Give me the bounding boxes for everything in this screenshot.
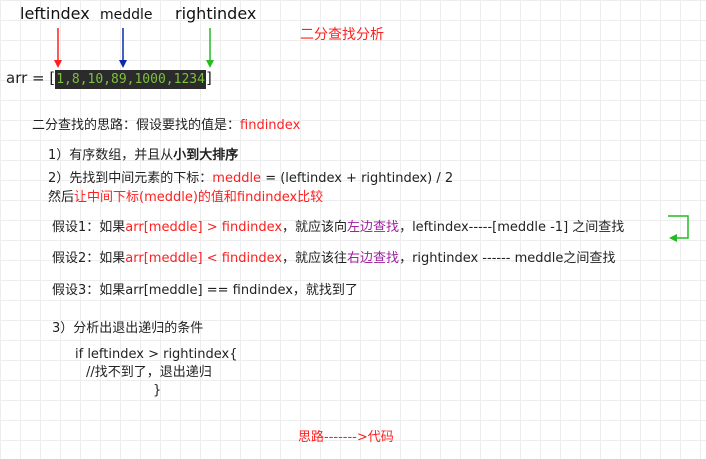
rightindex-arrow [206, 28, 214, 68]
case-2-range: ，rightindex ------ meddle之间查找 [399, 251, 616, 266]
findindex-var: findindex [240, 118, 301, 133]
step-3: 3）分析出退出递归的条件 [52, 321, 204, 336]
step-2-meddle: meddle [212, 171, 262, 186]
array-suffix: ] [205, 69, 212, 87]
step-1-text: 1）有序数组，并且从 [48, 148, 174, 163]
code-line-2: //找不到了，退出递归 [86, 365, 212, 380]
leftindex-arrow [54, 28, 62, 68]
case-1-range: ，leftindex-----[meddle -1] 之间查找 [399, 220, 625, 235]
case-1-c: ，就应该向 [282, 220, 348, 235]
array-line: arr = [1,8,10,89,1000,1234] [6, 69, 212, 89]
case-2-direction: 右边查找 [347, 251, 400, 266]
case-2: 假设2：如果arr[meddle] < findindex，就应该往右边查找，r… [52, 252, 615, 265]
array-prefix: arr = [ [6, 69, 56, 87]
code-line-3: } [153, 383, 162, 398]
case-2-c: ，就应该往 [282, 251, 348, 266]
meddle-arrow [119, 28, 127, 68]
array-values: 1,8,10,89,1000,1234 [55, 70, 206, 89]
idea-line: 二分查找的思路：假设要找的值是：findindex [32, 119, 300, 132]
step-2-compare: 让中间下标(meddle)的值和findindex比较 [74, 190, 324, 205]
step-1-bold: 小到大排序 [173, 148, 239, 163]
case-1: 假设1：如果arr[meddle] > findindex，就应该向左边查找，l… [52, 221, 624, 234]
case-1-a: 假设1：如果 [52, 220, 126, 235]
loop-arrow [668, 215, 689, 242]
idea-prefix: 二分查找的思路：假设要找的值是： [32, 118, 241, 133]
case-2-a: 假设2：如果 [52, 251, 126, 266]
case-1-direction: 左边查找 [347, 220, 400, 235]
step-1: 1）有序数组，并且从小到大排序 [48, 149, 238, 162]
case-1-condition: arr[meddle] > findindex [125, 220, 283, 235]
step-2-line-1: 2）先找到中间元素的下标：meddle = (leftindex + right… [48, 172, 453, 185]
case-2-condition: arr[meddle] < findindex [125, 251, 283, 266]
case-3: 假设3：如果arr[meddle] == findindex，就找到了 [52, 283, 358, 298]
step-2-formula: = (leftindex + rightindex) / 2 [261, 171, 454, 186]
step-2-then: 然后 [48, 190, 75, 205]
step-2-prefix: 2）先找到中间元素的下标： [48, 171, 213, 186]
footer-note: 思路------->代码 [298, 430, 394, 445]
code-line-1: if leftindex > rightindex{ [75, 347, 238, 362]
step-2-line-2: 然后让中间下标(meddle)的值和findindex比较 [48, 191, 323, 204]
